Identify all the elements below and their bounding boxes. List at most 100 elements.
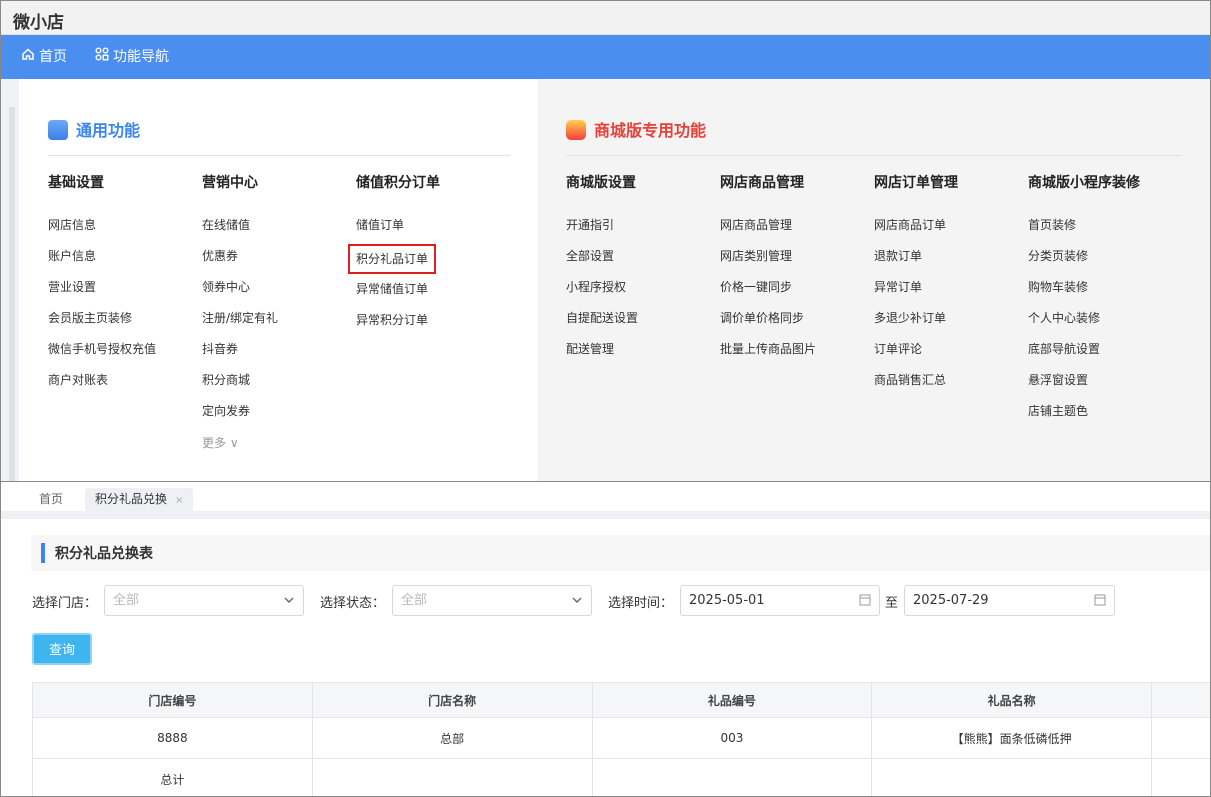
menu-item[interactable]: 店铺主题色 <box>1028 403 1140 434</box>
tab-home[interactable]: 首页 <box>29 488 73 512</box>
status-select-value: 全部 <box>401 593 428 608</box>
status-select[interactable]: 全部 <box>392 585 592 616</box>
menu-item[interactable]: 调价单价格同步 <box>720 310 816 341</box>
table-cell: 总部 <box>311 717 593 759</box>
menu-item[interactable]: 会员版主页装修 <box>48 310 156 341</box>
column-title: 商城版设置 <box>566 175 636 191</box>
shop-icon <box>48 120 68 140</box>
column-title: 商城版小程序装修 <box>1028 175 1140 191</box>
table-cell: 【熊熊】面条低磷低押 <box>871 717 1153 759</box>
column-title: 网店商品管理 <box>720 175 804 191</box>
tab-label: 积分礼品兑换 <box>95 492 168 506</box>
menu-item[interactable]: 商户对账表 <box>48 372 156 403</box>
menu-item[interactable]: 配送管理 <box>566 341 638 372</box>
menu-item[interactable]: 异常积分订单 <box>356 312 440 343</box>
menu-item[interactable]: 账户信息 <box>48 248 156 279</box>
more-link[interactable]: 更多 ∨ <box>202 434 278 451</box>
menu-item[interactable]: 领券中心 <box>202 279 278 310</box>
menu-item[interactable]: 全部设置 <box>566 248 638 279</box>
nav-function-guide[interactable]: 功能导航 <box>95 35 169 79</box>
app-window: 微小店 首页 功能导航 通用功能 基础设置 网店信息 账户信息 营业设置 会员版… <box>0 0 1211 797</box>
menu-item[interactable]: 商品销售汇总 <box>874 372 958 403</box>
menu-item[interactable]: 价格一键同步 <box>720 279 816 310</box>
menu-item[interactable]: 积分商城 <box>202 372 278 403</box>
menu-item[interactable]: 首页装修 <box>1028 217 1140 248</box>
date-separator: 至 <box>885 596 899 611</box>
column-title: 网店订单管理 <box>874 175 958 191</box>
menu-item[interactable]: 异常订单 <box>874 279 958 310</box>
store-select-value: 全部 <box>113 593 140 608</box>
menu-item[interactable]: 购物车装修 <box>1028 279 1140 310</box>
query-button[interactable]: 查询 <box>32 633 92 665</box>
gift-bag-icon <box>566 120 586 140</box>
mall-functions-panel: 商城版专用功能 商城版设置 开通指引 全部设置 小程序授权 自提配送设置 配送管… <box>538 79 1210 481</box>
general-functions-panel: 通用功能 基础设置 网店信息 账户信息 营业设置 会员版主页装修 微信手机号授权… <box>19 79 538 481</box>
store-select[interactable]: 全部 <box>104 585 304 616</box>
menu-item[interactable]: 多退少补订单 <box>874 310 958 341</box>
general-functions-title: 通用功能 <box>76 121 141 140</box>
status-label: 选择状态： <box>320 596 386 611</box>
tab-points-gift-exchange[interactable]: 积分礼品兑换 × <box>85 488 194 512</box>
menu-item[interactable]: 微信手机号授权充值 <box>48 341 156 372</box>
column-header: 门店名称 <box>311 682 593 718</box>
date-from-input[interactable]: 2025-05-01 <box>680 585 880 616</box>
exchange-table: 门店编号 门店名称 礼品编号 礼品名称 8888 总部 003 【熊熊】面条低磷… <box>32 682 1210 796</box>
menu-item-points-gift-orders[interactable]: 积分礼品订单 <box>348 244 437 274</box>
menu-item[interactable]: 在线储值 <box>202 217 278 248</box>
menu-item[interactable]: 注册/绑定有礼 <box>202 310 278 341</box>
column-title: 基础设置 <box>48 175 104 191</box>
menu-item[interactable]: 优惠券 <box>202 248 278 279</box>
calendar-icon <box>1094 586 1106 626</box>
column-header: 门店编号 <box>32 682 313 718</box>
calendar-icon <box>859 586 871 626</box>
menu-item[interactable]: 定向发券 <box>202 403 278 434</box>
column-header: 礼品编号 <box>591 682 873 718</box>
menu-item[interactable]: 批量上传商品图片 <box>720 341 816 372</box>
nav-home[interactable]: 首页 <box>21 35 67 79</box>
menu-item[interactable]: 订单评论 <box>874 341 958 372</box>
store-label: 选择门店： <box>32 596 98 611</box>
chevron-down-icon <box>283 586 295 626</box>
menu-column-marketing: 营销中心 在线储值 优惠券 领券中心 注册/绑定有礼 抖音券 积分商城 定向发券… <box>202 173 278 451</box>
menu-item[interactable]: 异常储值订单 <box>356 281 440 312</box>
column-title: 营销中心 <box>202 175 258 191</box>
menu-column-goods: 网店商品管理 网店商品管理 网店类别管理 价格一键同步 调价单价格同步 批量上传… <box>720 173 816 372</box>
menu-item[interactable]: 营业设置 <box>48 279 156 310</box>
background-sidebar <box>1 79 19 481</box>
menu-item[interactable]: 个人中心装修 <box>1028 310 1140 341</box>
home-icon <box>21 35 35 79</box>
close-icon[interactable]: × <box>175 495 183 506</box>
date-to-input[interactable]: 2025-07-29 <box>904 585 1115 616</box>
points-gift-exchange-panel: 积分礼品兑换表 选择门店： 全部 选择状态： 全部 选择时间： 2025-05-… <box>15 519 1210 796</box>
menu-item[interactable]: 小程序授权 <box>566 279 638 310</box>
table-cell <box>311 758 593 796</box>
menu-column-shop-orders: 网店订单管理 网店商品订单 退款订单 异常订单 多退少补订单 订单评论 商品销售… <box>874 173 958 403</box>
mall-functions-heading: 商城版专用功能 <box>566 117 706 141</box>
column-title: 储值积分订单 <box>356 175 440 191</box>
menu-item[interactable]: 开通指引 <box>566 217 638 248</box>
date-to-value: 2025-07-29 <box>913 593 989 608</box>
menu-item[interactable]: 网店商品管理 <box>720 217 816 248</box>
menu-item[interactable]: 底部导航设置 <box>1028 341 1140 372</box>
menu-item[interactable]: 网店信息 <box>48 217 156 248</box>
function-menu: 通用功能 基础设置 网店信息 账户信息 营业设置 会员版主页装修 微信手机号授权… <box>19 79 1210 481</box>
menu-item[interactable]: 网店类别管理 <box>720 248 816 279</box>
page-title: 积分礼品兑换表 <box>55 546 153 562</box>
general-functions-heading: 通用功能 <box>48 117 140 141</box>
date-from-value: 2025-05-01 <box>689 593 765 608</box>
menu-item[interactable]: 网店商品订单 <box>874 217 958 248</box>
table-row: 8888 总部 003 【熊熊】面条低磷低押 <box>32 717 1210 759</box>
page-tabs: 首页 积分礼品兑换 × <box>1 481 1210 512</box>
mall-functions-title: 商城版专用功能 <box>594 121 707 140</box>
menu-item[interactable]: 自提配送设置 <box>566 310 638 341</box>
app-title: 微小店 <box>13 13 64 33</box>
menu-item[interactable]: 分类页装修 <box>1028 248 1140 279</box>
menu-item[interactable]: 悬浮窗设置 <box>1028 372 1140 403</box>
table-cell <box>1151 758 1210 796</box>
table-cell: 8888 <box>32 717 313 759</box>
menu-column-mall-settings: 商城版设置 开通指引 全部设置 小程序授权 自提配送设置 配送管理 <box>566 173 638 372</box>
menu-item[interactable]: 退款订单 <box>874 248 958 279</box>
table-cell <box>1151 717 1210 759</box>
menu-item[interactable]: 抖音券 <box>202 341 278 372</box>
column-header: 礼品名称 <box>871 682 1153 718</box>
